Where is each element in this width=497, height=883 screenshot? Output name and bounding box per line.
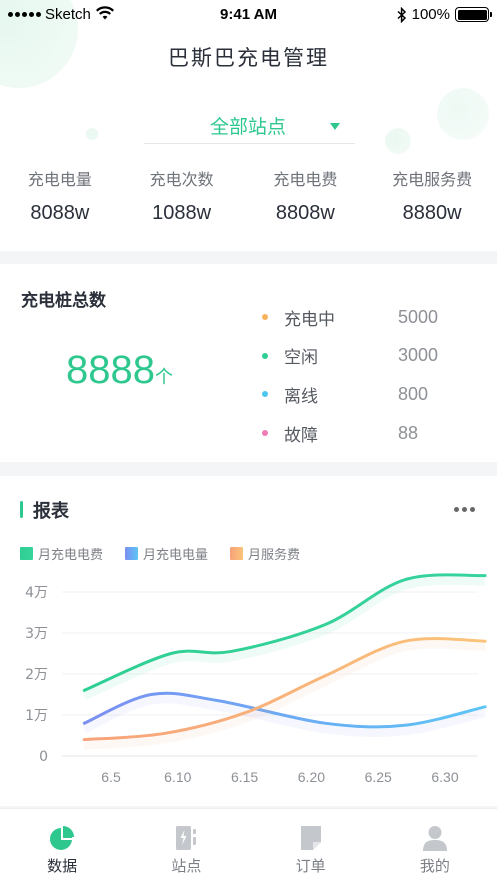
station-selector[interactable]: 全部站点 bbox=[144, 108, 355, 144]
tab-orders[interactable]: 订单 bbox=[249, 809, 373, 883]
dropdown-arrow-icon bbox=[330, 123, 340, 130]
charging-station-icon bbox=[176, 826, 197, 850]
legend-item: 月充电电费 bbox=[20, 544, 103, 563]
stat-value: 1088w bbox=[152, 202, 212, 224]
status-list: 充电中 5000 空闲 3000 离线 800 故障 88 bbox=[262, 298, 438, 452]
x-tick-label: 6.10 bbox=[164, 769, 191, 785]
tab-data[interactable]: 数据 bbox=[0, 809, 124, 883]
status-name: 空闲 bbox=[284, 348, 318, 369]
tab-label: 数据 bbox=[47, 857, 78, 875]
legend-item: 月充电电量 bbox=[125, 544, 208, 563]
legend-item: 月服务费 bbox=[230, 544, 300, 563]
y-tick-label: 1万 bbox=[25, 708, 48, 724]
stats-row: 充电电量 8088w 充电次数 1088w 充电电费 8808w 充电服务费 8… bbox=[0, 166, 497, 225]
bluetooth-icon bbox=[397, 6, 406, 23]
decorative-bubble bbox=[385, 128, 411, 154]
y-tick-label: 4万 bbox=[25, 585, 48, 601]
y-tick-label: 3万 bbox=[25, 626, 48, 642]
tab-label: 我的 bbox=[419, 857, 450, 875]
tab-label: 站点 bbox=[171, 857, 202, 875]
battery-percent: 100% bbox=[411, 6, 450, 23]
x-tick-label: 6.20 bbox=[298, 769, 325, 785]
legend-swatch bbox=[230, 547, 244, 560]
status-row-idle: 空闲 3000 bbox=[262, 337, 438, 376]
charger-total-card: 充电桩总数 8888个 充电中 5000 空闲 3000 离线 800 故障 8… bbox=[0, 264, 497, 462]
stat-label: 充电服务费 bbox=[392, 170, 473, 189]
stat-value: 8808w bbox=[275, 202, 335, 224]
report-title: 报表 bbox=[33, 501, 69, 522]
battery-icon bbox=[455, 7, 492, 22]
header-section: Sketch 9:41 AM 100% 巴斯巴充电管理 全部站点 充电电量 80… bbox=[0, 0, 497, 251]
status-bar: Sketch 9:41 AM 100% bbox=[0, 0, 497, 28]
status-row-fault: 故障 88 bbox=[262, 414, 438, 453]
stat-charge-energy: 充电电量 8088w bbox=[0, 166, 120, 225]
section-accent-bar bbox=[20, 501, 23, 518]
legend-label: 月充电电量 bbox=[143, 548, 209, 563]
card-title: 充电桩总数 bbox=[21, 291, 106, 311]
status-dot bbox=[262, 314, 268, 321]
legend-label: 月充电电费 bbox=[38, 548, 104, 563]
tab-stations[interactable]: 站点 bbox=[124, 809, 248, 883]
chart-legend: 月充电电费 月充电电量 月服务费 bbox=[20, 544, 300, 563]
decorative-bubble bbox=[86, 128, 98, 140]
stat-value: 8088w bbox=[30, 202, 90, 224]
stat-value: 8880w bbox=[402, 202, 462, 224]
y-tick-label: 2万 bbox=[25, 667, 48, 683]
user-icon bbox=[422, 826, 447, 851]
stat-label: 充电电量 bbox=[27, 170, 92, 189]
report-line-chart: 0 1万 2万 3万 4万 6.5 6.10 6.15 6.20 6.25 6.30 bbox=[25, 573, 487, 785]
stat-label: 充电电费 bbox=[273, 170, 338, 189]
tab-bar: 数据 站点 订单 我的 bbox=[0, 808, 497, 883]
pie-chart-icon bbox=[50, 825, 75, 850]
status-name: 离线 bbox=[284, 386, 318, 407]
tab-label: 订单 bbox=[295, 857, 326, 875]
status-row-offline: 离线 800 bbox=[262, 375, 438, 414]
tab-profile[interactable]: 我的 bbox=[373, 809, 497, 883]
status-name: 充电中 bbox=[284, 309, 335, 330]
total-count-unit: 个 bbox=[154, 367, 173, 387]
total-count-value: 8888 bbox=[66, 348, 155, 392]
document-icon bbox=[300, 826, 321, 850]
page-title: 巴斯巴充电管理 bbox=[168, 46, 329, 70]
stat-label: 充电次数 bbox=[149, 170, 214, 189]
report-card: 报表 月充电电费 月充电电量 月服务费 0 1万 2万 3万 4万 6.5 6.10 6.15… bbox=[0, 476, 497, 806]
stat-charge-fee: 充电电费 8808w bbox=[244, 166, 368, 225]
x-tick-label: 6.30 bbox=[431, 769, 458, 785]
station-selector-label: 全部站点 bbox=[209, 116, 286, 138]
stat-charge-count: 充电次数 1088w bbox=[120, 166, 244, 225]
status-value: 800 bbox=[398, 383, 429, 404]
status-name: 故障 bbox=[284, 425, 318, 446]
x-tick-label: 6.5 bbox=[101, 769, 121, 785]
status-dot bbox=[262, 430, 268, 437]
charger-total-count: 8888个 bbox=[66, 348, 173, 393]
legend-swatch bbox=[20, 547, 33, 560]
x-tick-label: 6.15 bbox=[231, 769, 258, 785]
status-value: 3000 bbox=[398, 345, 439, 366]
status-right: 100% bbox=[397, 6, 492, 23]
decorative-bubble bbox=[437, 88, 489, 140]
status-value: 88 bbox=[398, 422, 419, 443]
stat-service-fee: 充电服务费 8880w bbox=[367, 166, 497, 225]
more-options-icon[interactable] bbox=[454, 507, 475, 512]
y-tick-label: 0 bbox=[39, 749, 48, 765]
legend-swatch bbox=[125, 547, 139, 560]
legend-label: 月服务费 bbox=[248, 548, 301, 563]
status-dot bbox=[262, 352, 268, 359]
status-dot bbox=[262, 391, 268, 398]
status-row-charging: 充电中 5000 bbox=[262, 298, 438, 337]
status-value: 5000 bbox=[398, 306, 439, 327]
x-tick-label: 6.25 bbox=[365, 769, 392, 785]
